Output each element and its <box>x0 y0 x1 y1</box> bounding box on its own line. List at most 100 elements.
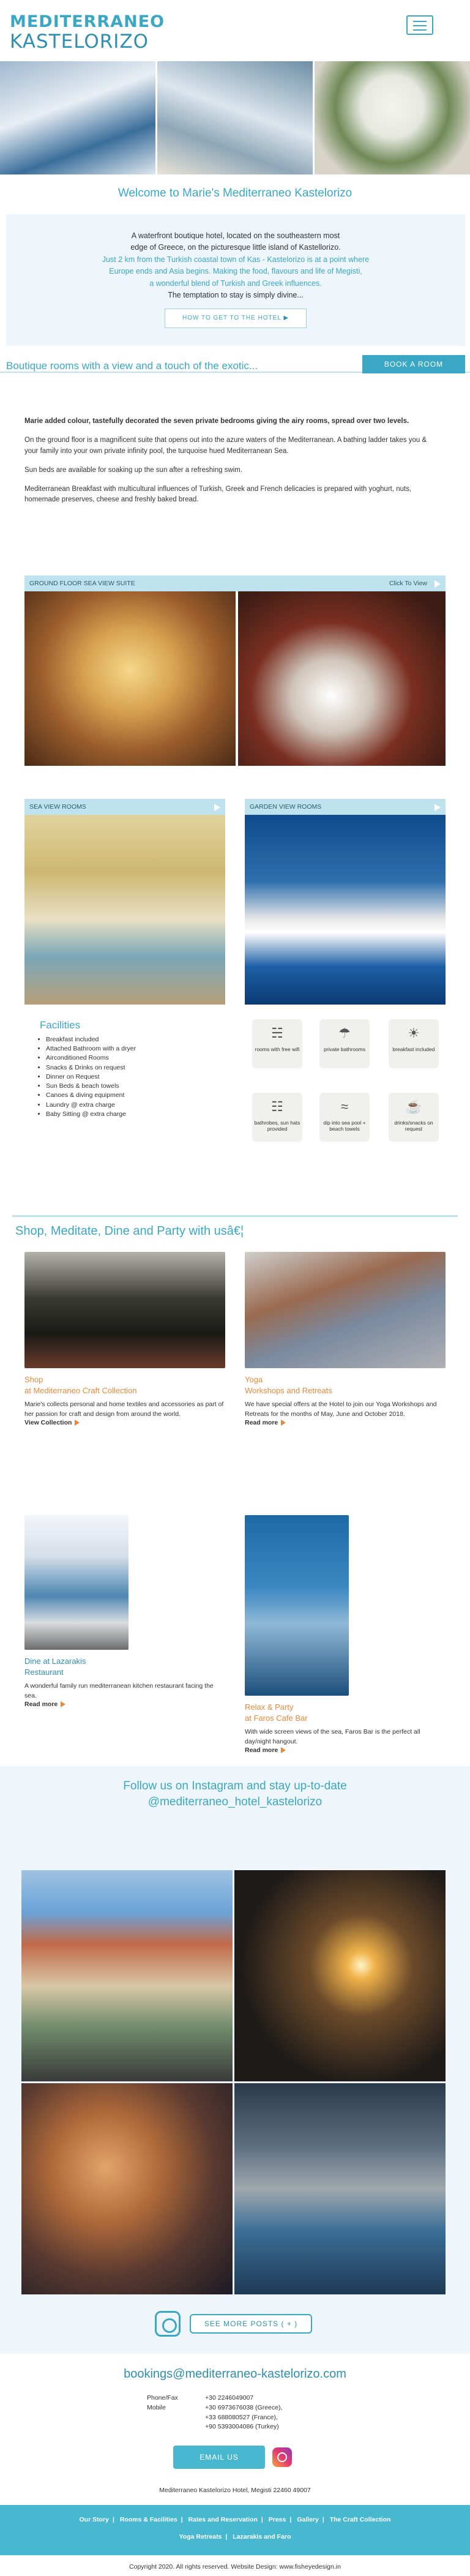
intro-box: A waterfront boutique hotel, located on … <box>6 214 465 346</box>
drinks-icon: ☕ <box>405 1099 422 1114</box>
footer-link-rooms[interactable]: Rooms & Facilities <box>120 2516 177 2523</box>
facility-item: Airconditioned Rooms <box>46 1054 196 1063</box>
amenity-label: breakfast included <box>392 1046 435 1052</box>
ground-suite-header[interactable]: GROUND FLOOR SEA VIEW SUITE Click To Vie… <box>24 575 446 591</box>
tile-text: A wonderful family run mediterranean kit… <box>24 1682 214 1699</box>
facility-item: Sun Beds & beach towels <box>46 1082 196 1091</box>
click-to-view-link[interactable]: Click To View <box>389 580 427 587</box>
amenity-bathroom: ☂ private bathrooms <box>319 1019 370 1068</box>
play-arrow-icon <box>435 804 441 811</box>
link-label: View Collection <box>24 1418 72 1426</box>
yoga-image[interactable] <box>245 1252 446 1368</box>
link-label: Read more <box>24 1700 58 1708</box>
instagram-post[interactable] <box>21 2083 233 2294</box>
intro-line: Europe ends and Asia begins. Making the … <box>109 267 362 276</box>
hero-image-flowers <box>315 61 470 174</box>
tile-category[interactable]: Yoga Workshops and Retreats <box>245 1374 446 1396</box>
footer-link-our-story[interactable]: Our Story <box>80 2516 109 2523</box>
footer-link-gallery[interactable]: Gallery <box>297 2516 319 2523</box>
intro-line: Just 2 km from the Turkish coastal town … <box>102 255 370 264</box>
read-more-link[interactable]: Read more <box>245 1747 286 1754</box>
mobile-label: Mobile <box>147 2403 166 2411</box>
mobile-value[interactable]: +90 5393004086 (Turkey) <box>205 2422 279 2432</box>
tile-dine: Dine at Lazarakis Restaurant A wonderful … <box>24 1515 225 1708</box>
facility-item: Laundry @ extra charge <box>46 1101 196 1110</box>
play-arrow-icon <box>435 580 441 588</box>
amenity-bathrobes: ☷ bathrobes, sun hats provided <box>252 1093 302 1142</box>
intro-line: The temptation to stay is simply divine.… <box>168 290 304 299</box>
facility-item: Snacks & Drinks on request <box>46 1063 196 1073</box>
ground-suite-photo-2[interactable] <box>238 591 446 766</box>
sea-view-photo[interactable] <box>24 815 225 1005</box>
garden-view-header[interactable]: GARDEN VIEW ROOMS <box>245 799 446 815</box>
intro-line: A waterfront boutique hotel, located on … <box>131 231 340 240</box>
amenity-breakfast: ☀ breakfast included <box>389 1019 439 1068</box>
footer-link-craft[interactable]: The Craft Collection <box>330 2516 391 2523</box>
arrow-icon <box>281 1747 286 1754</box>
tile-subtitle: at Mediterraneo Craft Collection <box>24 1386 137 1396</box>
hero-gallery <box>0 61 470 174</box>
arrow-icon <box>281 1420 286 1426</box>
breakfast-icon: ☀ <box>408 1025 420 1041</box>
tile-title: Shop <box>24 1375 43 1384</box>
facility-item: Attached Bathroom with a dryer <box>46 1044 196 1054</box>
instagram-title: Follow us on Instagram and stay up-to-da… <box>123 1780 347 1792</box>
menu-toggle-button[interactable] <box>406 15 433 35</box>
amenity-label: bathrobes, sun hats provided <box>254 1120 300 1132</box>
view-collection-link[interactable]: View Collection <box>24 1419 80 1426</box>
link-label: Read more <box>245 1418 278 1426</box>
desc-paragraph: Marie added colour, tastefully decorated… <box>24 417 409 425</box>
amenity-label: dip into sea pool + beach towels <box>323 1120 366 1132</box>
instagram-icon[interactable] <box>155 2311 181 2337</box>
play-arrow-icon <box>214 804 220 811</box>
logo-line-2[interactable]: KASTELORIZO <box>10 31 149 53</box>
copyright: Copyright 2020. All rights reserved. Web… <box>129 2563 341 2570</box>
phone-value[interactable]: +30 2246049007 <box>205 2394 253 2403</box>
amenity-label: private bathrooms <box>323 1046 366 1052</box>
instagram-social-icon[interactable] <box>272 2447 292 2467</box>
shower-icon: ☂ <box>338 1025 351 1041</box>
amenity-label: rooms with free wifi <box>255 1046 300 1052</box>
wifi-icon: ☵ <box>271 1025 283 1041</box>
facilities-list: Facilities Breakfast included Attached B… <box>12 1019 196 1119</box>
see-more-posts-button[interactable]: SEE MORE POSTS ( + ) <box>190 2314 312 2334</box>
tile-shop: Shop at Mediterraneo Craft Collection Mar… <box>24 1252 225 1426</box>
instagram-post[interactable] <box>21 1870 233 2081</box>
mobile-value[interactable]: +30 6973676038 (Greece), <box>205 2403 282 2413</box>
hero-image-terrace <box>0 61 157 174</box>
facility-item: Dinner on Request <box>46 1073 196 1082</box>
ground-suite-title: GROUND FLOOR SEA VIEW SUITE <box>29 580 135 587</box>
how-to-get-button[interactable]: HOW TO GET TO THE HOTEL ▶ <box>164 309 307 328</box>
footer-nav: Our Story | Rooms & Facilities | Rates and… <box>0 2505 470 2555</box>
email-link[interactable]: bookings@mediterraneo-kastelorizo.com <box>0 2367 470 2381</box>
rooms-heading: Boutique rooms with a view and a touch o… <box>6 360 258 372</box>
instagram-post[interactable] <box>234 1870 446 2081</box>
contact-details: Phone/Fax +30 2246049007 Mobile +30 697367… <box>147 2394 282 2432</box>
desc-paragraph: Sun beds are available for soaking up th… <box>24 466 243 474</box>
relax-image[interactable] <box>245 1515 349 1696</box>
book-room-button[interactable]: BOOK A ROOM <box>362 355 465 373</box>
instagram-handle[interactable]: @mediterraneo_hotel_kastelorizo <box>0 1794 470 1810</box>
ground-suite-photo-1[interactable] <box>24 591 236 766</box>
read-more-link[interactable]: Read more <box>24 1700 66 1708</box>
tile-category[interactable]: Relax & Party at Faros Cafe Bar <box>245 1702 446 1724</box>
tile-subtitle: Restaurant <box>24 1668 64 1677</box>
logo-line-1[interactable]: MEDITERRANEO <box>10 12 165 31</box>
facility-item: Baby Sitting @ extra charge <box>46 1110 196 1119</box>
read-more-link[interactable]: Read more <box>245 1419 286 1426</box>
footer-link-lazarakis[interactable]: Lazarakis and Faro <box>233 2533 291 2540</box>
tile-category[interactable]: Shop at Mediterraneo Craft Collection <box>24 1374 225 1396</box>
shop-image[interactable] <box>24 1252 225 1368</box>
sea-view-header[interactable]: SEA VIEW ROOMS <box>24 799 225 815</box>
footer-link-press[interactable]: Press <box>269 2516 286 2523</box>
instagram-post[interactable] <box>234 2083 446 2294</box>
mobile-value[interactable]: +33 688080527 (France), <box>205 2413 278 2423</box>
email-us-button[interactable]: EMAIL US <box>173 2446 265 2469</box>
tile-category[interactable]: Dine at Lazarakis Restaurant <box>24 1656 225 1678</box>
footer-link-rates[interactable]: Rates and Reservation <box>188 2516 258 2523</box>
garden-view-photo[interactable] <box>245 815 446 1005</box>
tile-relax: Relax & Party at Faros Cafe Bar With wide… <box>245 1515 446 1754</box>
tile-subtitle: at Faros Cafe Bar <box>245 1713 308 1723</box>
dine-image[interactable] <box>24 1515 129 1650</box>
footer-link-yoga[interactable]: Yoga Retreats <box>179 2533 222 2540</box>
